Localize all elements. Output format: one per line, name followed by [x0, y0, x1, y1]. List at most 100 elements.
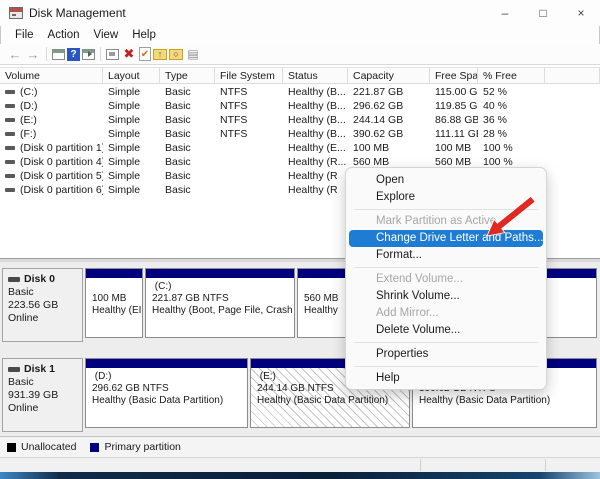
volume-icon: [5, 90, 15, 94]
cell-layout: Simple: [103, 113, 160, 127]
delete-icon[interactable]: ✖: [121, 47, 137, 62]
volume-row[interactable]: (D:)SimpleBasicNTFSHealthy (B...296.62 G…: [0, 99, 600, 113]
cell-free_space: 86.88 GB: [430, 113, 478, 127]
legend-bar: UnallocatedPrimary partition: [0, 436, 600, 457]
cell-file_system: NTFS: [215, 99, 283, 113]
cell-pct_free: 40 %: [478, 99, 545, 113]
close-button[interactable]: ×: [562, 0, 600, 26]
disk-size: 931.39 GB: [8, 389, 77, 402]
menu-item-shrink-volume[interactable]: Shrink Volume...: [346, 288, 546, 305]
cell-type: Basic: [160, 99, 215, 113]
column-file-system[interactable]: File System: [215, 68, 283, 83]
volume-icon: [5, 174, 15, 178]
minimize-button[interactable]: –: [486, 0, 524, 26]
disk-status: Online: [8, 312, 77, 325]
column-free-spa[interactable]: Free Spa...: [430, 68, 478, 83]
cell-pct_free: 28 %: [478, 127, 545, 141]
cell-volume: (Disk 0 partition 5): [0, 169, 103, 183]
validate-icon[interactable]: ✔: [139, 47, 151, 61]
cell-volume: (Disk 0 partition 4): [0, 155, 103, 169]
console-window-icon[interactable]: [52, 49, 65, 60]
primary-partition-band: [86, 359, 247, 368]
column-type[interactable]: Type: [160, 68, 215, 83]
volume-row[interactable]: (C:)SimpleBasicNTFSHealthy (B...221.87 G…: [0, 85, 600, 99]
volume-row[interactable]: (E:)SimpleBasicNTFSHealthy (B...244.14 G…: [0, 113, 600, 127]
disk-label-disk-0[interactable]: Disk 0Basic223.56 GBOnline: [2, 268, 83, 342]
volume-icon: [5, 146, 15, 150]
forward-icon[interactable]: →: [25, 47, 41, 62]
cell-type: Basic: [160, 141, 215, 155]
cell-free_space: 100 MB: [430, 141, 478, 155]
menubar: FileActionViewHelp: [0, 26, 600, 44]
disk-name: Disk 1: [8, 363, 77, 376]
fields-icon[interactable]: ▤: [185, 47, 201, 62]
column-free[interactable]: % Free: [478, 68, 545, 83]
column-capacity[interactable]: Capacity: [348, 68, 430, 83]
menu-item-add-mirror: Add Mirror...: [346, 305, 546, 322]
volume-icon: [5, 188, 15, 192]
partition-box[interactable]: 100 MBHealthy (EI: [85, 268, 143, 338]
cell-layout: Simple: [103, 85, 160, 99]
menu-item-help[interactable]: Help: [346, 370, 546, 387]
menu-help[interactable]: Help: [125, 28, 163, 42]
menu-item-open[interactable]: Open: [346, 172, 546, 189]
menu-item-delete-volume[interactable]: Delete Volume...: [346, 322, 546, 339]
disk-icon: [8, 367, 20, 372]
cell-type: Basic: [160, 127, 215, 141]
menu-view[interactable]: View: [87, 28, 126, 42]
cell-file_system: [215, 183, 283, 197]
partition-box[interactable]: (C:)221.87 GB NTFSHealthy (Boot, Page Fi…: [145, 268, 295, 338]
popup-icon[interactable]: [106, 49, 119, 60]
volume-row[interactable]: (Disk 0 partition 1)SimpleBasicHealthy (…: [0, 141, 600, 155]
cell-volume: (C:): [0, 85, 103, 99]
partition-size: 296.62 GB NTFS: [92, 383, 245, 395]
menu-file[interactable]: File: [8, 28, 41, 42]
back-icon[interactable]: ←: [7, 47, 23, 62]
cell-type: Basic: [160, 113, 215, 127]
toolbar-separator: [46, 47, 47, 61]
cell-capacity: 296.62 GB: [348, 99, 430, 113]
cell-type: Basic: [160, 183, 215, 197]
disk-status: Online: [8, 402, 77, 415]
cell-file_system: [215, 155, 283, 169]
partition-box[interactable]: (D:)296.62 GB NTFSHealthy (Basic Data Pa…: [85, 358, 248, 428]
menu-item-explore[interactable]: Explore: [346, 189, 546, 206]
up-folder-icon[interactable]: ↑: [153, 49, 167, 60]
partition-title: (D:): [92, 371, 245, 383]
find-folder-icon[interactable]: ○: [169, 49, 183, 60]
disk-label-disk-1[interactable]: Disk 1Basic931.39 GBOnline: [2, 358, 83, 432]
column-status[interactable]: Status: [283, 68, 348, 83]
cell-pct_free: 36 %: [478, 113, 545, 127]
partition-status: Healthy (Basic Data Partition): [419, 395, 594, 407]
disk-icon: [8, 277, 20, 282]
column-layout[interactable]: Layout: [103, 68, 160, 83]
volume-row[interactable]: (F:)SimpleBasicNTFSHealthy (B...390.62 G…: [0, 127, 600, 141]
maximize-button[interactable]: □: [524, 0, 562, 26]
menu-item-properties[interactable]: Properties: [346, 346, 546, 363]
partition-size: 221.87 GB NTFS: [152, 293, 292, 305]
cell-status: Healthy (B...: [283, 127, 348, 141]
cell-layout: Simple: [103, 169, 160, 183]
menu-item-change-drive-letter-and-paths[interactable]: Change Drive Letter and Paths...: [349, 230, 543, 247]
cell-layout: Simple: [103, 141, 160, 155]
partition-size: 100 MB: [92, 293, 140, 305]
cell-free_space: 119.85 GB: [430, 99, 478, 113]
help-icon[interactable]: ?: [67, 48, 80, 61]
disk-size: 223.56 GB: [8, 299, 77, 312]
status-bar-separator: [420, 459, 421, 471]
menu-item-format[interactable]: Format...: [346, 247, 546, 264]
status-bar: [0, 457, 600, 472]
cell-free_space: 111.11 GB: [430, 127, 478, 141]
cell-capacity: 390.62 GB: [348, 127, 430, 141]
console-tree-icon[interactable]: [82, 49, 95, 60]
disk-management-window: Disk Management –□× FileActionViewHelp ←…: [0, 0, 600, 479]
volume-icon: [5, 118, 15, 122]
cell-file_system: NTFS: [215, 127, 283, 141]
partition-title: [92, 281, 140, 293]
cell-status: Healthy (B...: [283, 99, 348, 113]
cell-capacity: 100 MB: [348, 141, 430, 155]
column-volume[interactable]: Volume: [0, 68, 103, 83]
menu-action[interactable]: Action: [41, 28, 87, 42]
cell-layout: Simple: [103, 127, 160, 141]
partition-status: Healthy (Boot, Page File, Crash Du: [152, 305, 292, 317]
